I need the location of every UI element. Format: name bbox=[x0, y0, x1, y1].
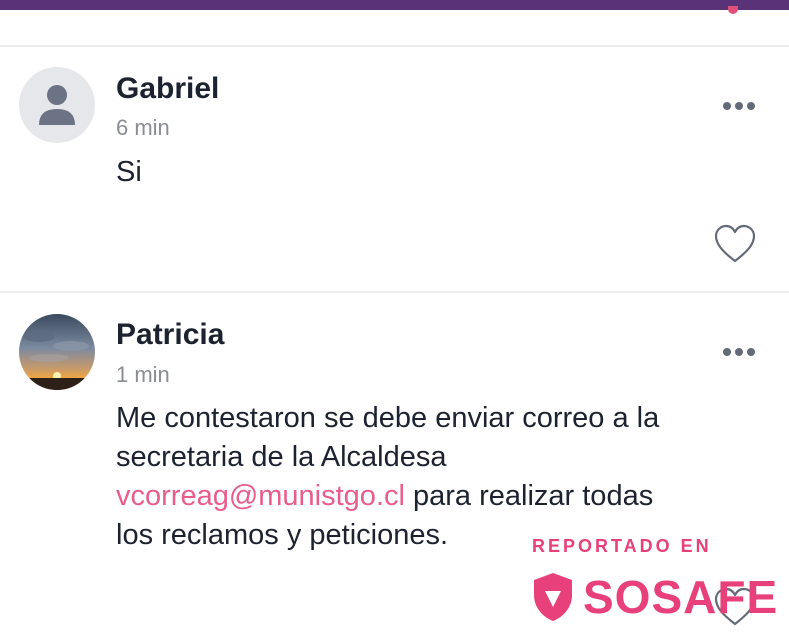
more-options-icon[interactable] bbox=[723, 100, 755, 112]
watermark-label: REPORTADO EN bbox=[532, 536, 712, 556]
comment-text-line: Me contestaron se debe enviar correo a l… bbox=[116, 402, 660, 434]
avatar[interactable] bbox=[19, 314, 95, 390]
avatar[interactable] bbox=[19, 67, 95, 143]
sunset-photo bbox=[19, 314, 95, 390]
comment-text-segment: para realizar todas bbox=[404, 480, 654, 512]
heart-icon[interactable] bbox=[712, 223, 758, 265]
shield-icon bbox=[534, 573, 572, 621]
more-options-icon[interactable] bbox=[723, 346, 755, 358]
sosafe-logo: SOSAFE bbox=[530, 571, 777, 623]
comment-text-line: vcorreag@munistgo.cl para realizar todas bbox=[116, 477, 659, 516]
notification-dot bbox=[728, 6, 738, 14]
comment-text: Me contestaron se debe enviar correo a l… bbox=[116, 399, 659, 555]
user-icon bbox=[39, 85, 75, 125]
brand-name: SOSAFE bbox=[583, 571, 779, 623]
comment-author[interactable]: Patricia bbox=[116, 318, 224, 352]
email-link[interactable]: vcorreag@munistgo.cl bbox=[116, 480, 405, 512]
comment-text-line: secretaria de la Alcaldesa bbox=[116, 441, 447, 473]
comment-text: Si bbox=[116, 156, 142, 188]
comment-author[interactable]: Gabriel bbox=[116, 72, 219, 106]
comment-time: 6 min bbox=[116, 115, 170, 140]
divider bbox=[0, 291, 789, 293]
divider bbox=[0, 45, 789, 47]
top-bar bbox=[0, 0, 789, 10]
comment-time: 1 min bbox=[116, 362, 170, 387]
